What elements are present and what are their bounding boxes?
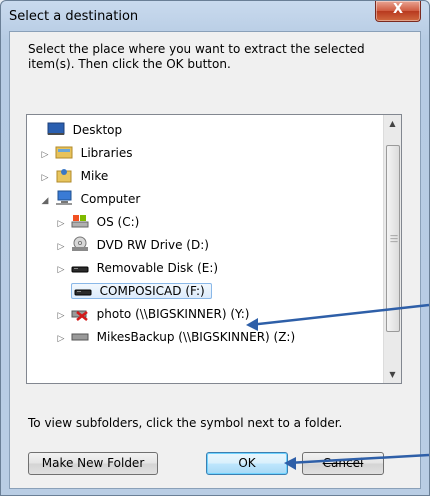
tree-item-label: DVD RW Drive (D:) xyxy=(96,238,209,252)
tree-item-composicad-f[interactable]: COMPOSICAD (F:) xyxy=(55,280,212,302)
removable-disk-icon xyxy=(74,289,92,296)
network-drive-icon xyxy=(71,333,89,341)
tree-item-label: photo (\\BIGSKINNER) (Y:) xyxy=(96,307,250,321)
scroll-down-arrow-icon[interactable]: ▼ xyxy=(384,366,401,383)
tree-item-libraries[interactable]: ▷ Libraries xyxy=(39,142,133,166)
tree-item-label: OS (C:) xyxy=(96,215,140,229)
tree-item-label: Removable Disk (E:) xyxy=(96,261,219,275)
instructions-text: Select the place where you want to extra… xyxy=(28,42,365,71)
dvd-drive-icon xyxy=(71,236,88,251)
tree-item-mikesbackup-z[interactable]: ▷ MikesBackup (\\BIGSKINNER) (Z:) xyxy=(55,326,296,350)
tree-item-dvd[interactable]: ▷ DVD RW Drive (D:) xyxy=(55,234,209,256)
scroll-thumb[interactable]: — — — xyxy=(386,145,400,332)
grip-icon: — — — xyxy=(390,231,398,246)
tree-item-label: MikesBackup (\\BIGSKINNER) (Z:) xyxy=(96,330,296,344)
desktop-icon xyxy=(47,122,65,135)
tree-item-label: Computer xyxy=(80,192,141,206)
tree-item-label: Libraries xyxy=(80,146,133,160)
make-new-folder-button[interactable]: Make New Folder xyxy=(28,452,158,475)
tree-item-label: Desktop xyxy=(72,123,123,137)
vertical-scrollbar[interactable]: ▲ — — — ▼ xyxy=(383,115,401,383)
drive-icon xyxy=(71,215,89,228)
computer-icon xyxy=(55,190,72,205)
expand-arrow-icon[interactable]: ▷ xyxy=(55,259,67,281)
tree-item-desktop[interactable]: Desktop xyxy=(31,119,122,141)
expand-arrow-icon[interactable]: ▷ xyxy=(39,167,51,189)
libraries-icon xyxy=(55,146,73,159)
dialog-body: Select the place where you want to extra… xyxy=(9,31,421,489)
expand-arrow-icon[interactable]: ▷ xyxy=(55,213,67,235)
folder-tree[interactable]: Desktop ▷ Libraries ▷ Mike ◢ Computer ▷ … xyxy=(26,114,402,384)
tree-item-computer[interactable]: ◢ Computer xyxy=(39,188,140,210)
disconnected-network-drive-icon xyxy=(71,310,88,321)
user-folder-icon xyxy=(56,169,72,183)
tree-item-os-c[interactable]: ▷ OS (C:) xyxy=(55,211,139,233)
tree-item-label: Mike xyxy=(80,169,109,183)
expand-arrow-icon[interactable]: ▷ xyxy=(55,236,67,258)
collapse-arrow-icon[interactable]: ◢ xyxy=(39,190,51,212)
selected-item-highlight[interactable]: COMPOSICAD (F:) xyxy=(70,283,212,299)
tree-item-removable-e[interactable]: ▷ Removable Disk (E:) xyxy=(55,257,219,281)
footer-hint: To view subfolders, click the symbol nex… xyxy=(28,416,343,430)
ok-button[interactable]: OK xyxy=(206,452,288,475)
tree-item-mike[interactable]: ▷ Mike xyxy=(39,165,108,187)
close-button[interactable]: X xyxy=(375,1,421,22)
tree-item-label: COMPOSICAD (F:) xyxy=(99,284,205,298)
dialog-title: Select a destination xyxy=(9,9,139,24)
cancel-button[interactable]: Cancel xyxy=(302,452,384,475)
scroll-up-arrow-icon[interactable]: ▲ xyxy=(384,115,401,132)
expand-arrow-icon[interactable]: ▷ xyxy=(55,305,67,327)
removable-disk-icon xyxy=(71,266,89,273)
expand-arrow-icon[interactable]: ▷ xyxy=(55,328,67,350)
expand-arrow-icon[interactable]: ▷ xyxy=(39,144,51,166)
tree-item-photo-y[interactable]: ▷ photo (\\BIGSKINNER) (Y:) xyxy=(55,303,250,327)
dialog-window: Select a destination X Select the place … xyxy=(0,0,430,496)
